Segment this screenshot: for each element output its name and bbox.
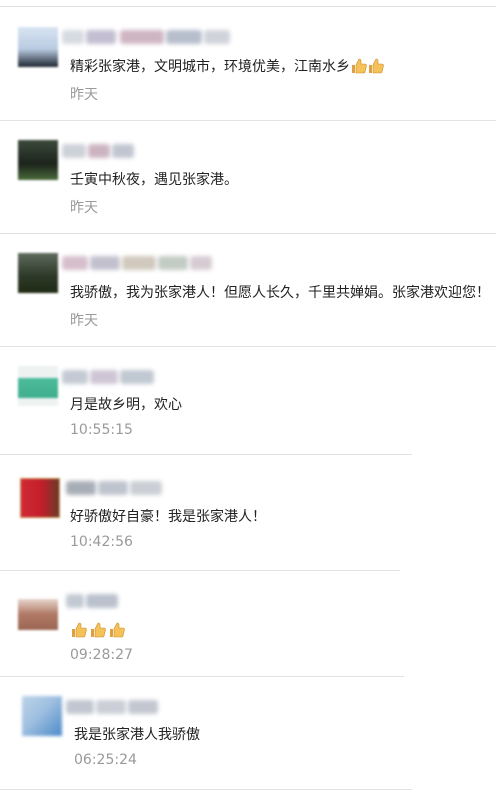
comment-time: 昨天 <box>70 200 98 216</box>
nickname-blurred <box>62 144 134 158</box>
divider <box>0 120 496 121</box>
top-divider <box>0 6 496 7</box>
divider <box>0 346 496 347</box>
comment-text: 壬寅中秋夜，遇见张家港。 <box>70 172 238 188</box>
avatar[interactable] <box>18 140 58 180</box>
comment-time: 06:25:24 <box>74 752 137 768</box>
divider <box>0 233 496 234</box>
avatar[interactable] <box>18 366 58 406</box>
comment-emoji-row <box>70 622 125 640</box>
nickname-blurred <box>62 370 156 384</box>
thumbs-up-icon <box>71 622 87 638</box>
divider <box>0 789 412 790</box>
thumbs-up-icon <box>368 58 384 74</box>
comment-text: 好骄傲好自豪！我是张家港人！ <box>70 509 266 525</box>
thumbs-up-icon <box>351 58 367 74</box>
thumbs-up-icon <box>90 622 106 638</box>
nickname-blurred <box>66 594 120 608</box>
nickname-blurred <box>62 256 214 270</box>
avatar[interactable] <box>18 27 58 67</box>
comment-time: 10:42:56 <box>70 534 133 550</box>
comment-text: 我骄傲，我为张家港人！但愿人长久，千里共婵娟。张家港欢迎您！ <box>70 285 490 301</box>
comment-text: 月是故乡明，欢心 <box>70 397 182 413</box>
comment-time: 10:55:15 <box>70 422 133 438</box>
comment-text: 精彩张家港，文明城市，环境优美，江南水乡 <box>70 58 384 76</box>
comment-time: 昨天 <box>70 87 98 103</box>
divider <box>0 570 400 571</box>
comment-time: 09:28:27 <box>70 647 133 663</box>
comment-time: 昨天 <box>70 313 98 329</box>
avatar[interactable] <box>18 590 58 630</box>
avatar[interactable] <box>20 478 60 518</box>
divider <box>0 454 412 455</box>
nickname-blurred <box>66 700 160 714</box>
avatar[interactable] <box>18 253 58 293</box>
nickname-blurred <box>66 481 164 495</box>
divider <box>0 676 404 677</box>
comment-text: 我是张家港人我骄傲 <box>74 727 200 743</box>
thumbs-up-icon <box>109 622 125 638</box>
avatar[interactable] <box>22 696 62 736</box>
nickname-blurred <box>62 30 232 44</box>
